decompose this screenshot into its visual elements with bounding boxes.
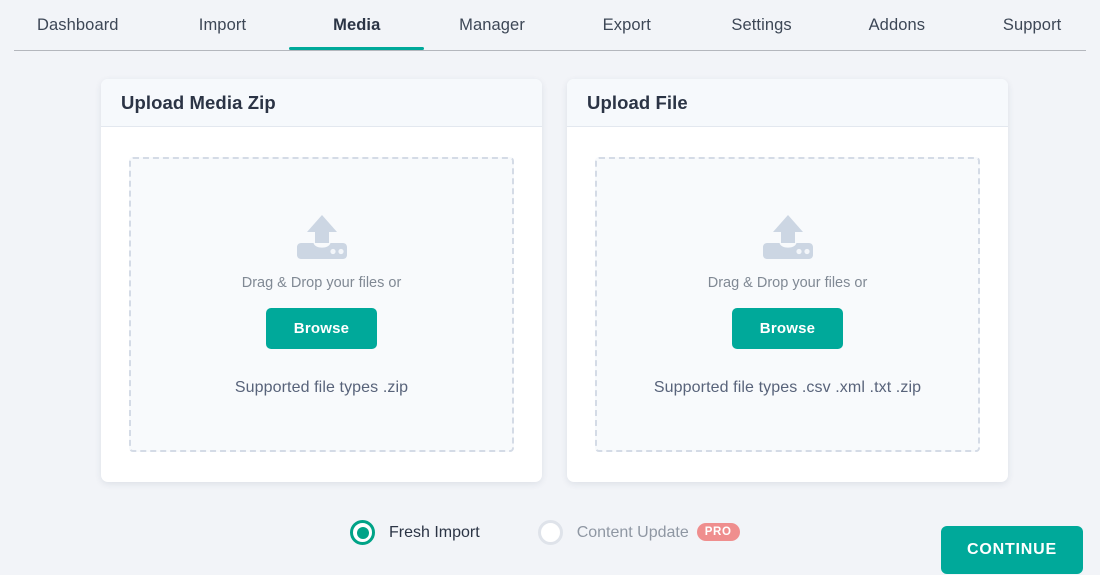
- tab-label: Settings: [731, 15, 792, 34]
- tab-label: Addons: [868, 15, 926, 34]
- dropzone-hint: Drag & Drop your files or: [707, 274, 868, 291]
- radio-label: Fresh Import: [389, 524, 480, 542]
- supported-file-types: Supported file types .csv .xml .txt .zip: [653, 378, 922, 396]
- card-title: Upload Media Zip: [121, 91, 276, 113]
- radio-label-text: Content Update: [576, 524, 689, 541]
- radio-indicator[interactable]: [537, 520, 563, 545]
- tab-media[interactable]: Media: [289, 0, 425, 50]
- pro-badge: PRO: [696, 523, 740, 541]
- tab-settings[interactable]: Settings: [694, 0, 830, 50]
- import-mode-radio-group: Fresh Import Content Update PRO: [350, 520, 740, 545]
- tab-manager[interactable]: Manager: [424, 0, 560, 50]
- tab-support[interactable]: Support: [964, 0, 1100, 50]
- supported-file-types: Supported file types .zip: [234, 378, 409, 396]
- tab-label: Support: [1002, 15, 1062, 34]
- footer-bar: Fresh Import Content Update PRO CONTINUE: [0, 505, 1100, 575]
- tab-import[interactable]: Import: [156, 0, 290, 50]
- upload-icon: [761, 213, 815, 261]
- continue-button[interactable]: CONTINUE: [941, 526, 1083, 574]
- browse-button[interactable]: Browse: [265, 307, 378, 349]
- card-header: Upload File: [567, 79, 1008, 127]
- radio-option-fresh-import[interactable]: Fresh Import: [350, 520, 480, 545]
- tab-export[interactable]: Export: [560, 0, 694, 50]
- card-header: Upload Media Zip: [101, 79, 542, 127]
- tab-label: Import: [198, 15, 247, 34]
- upload-icon: [295, 213, 349, 261]
- radio-option-content-update[interactable]: Content Update PRO: [537, 520, 740, 545]
- upload-card-2: Upload File Drag & Drop your files or Brow…: [567, 79, 1008, 482]
- file-dropzone[interactable]: Drag & Drop your files or Browse Supported…: [129, 157, 514, 452]
- active-tab-indicator: [289, 47, 425, 50]
- radio-label-text: Fresh Import: [389, 523, 480, 541]
- tab-addons[interactable]: Addons: [829, 0, 964, 50]
- main-tab-bar: Dashboard Import Media Manager Export Setting…: [0, 0, 1100, 51]
- radio-label: Content Update PRO: [577, 523, 740, 542]
- card-title: Upload File: [587, 91, 688, 113]
- tab-label: Manager: [459, 15, 525, 34]
- dropzone-hint: Drag & Drop your files or: [241, 274, 402, 291]
- browse-button[interactable]: Browse: [731, 307, 844, 349]
- upload-cards-row: Upload Media Zip Drag & Drop your files o…: [101, 79, 1008, 482]
- tab-label: Dashboard: [36, 15, 119, 34]
- upload-card-1: Upload Media Zip Drag & Drop your files o…: [101, 79, 542, 482]
- radio-indicator[interactable]: [350, 520, 375, 545]
- tab-bar-divider: [14, 50, 1086, 51]
- tab-dashboard[interactable]: Dashboard: [0, 0, 156, 50]
- card-body: Drag & Drop your files or Browse Supported…: [567, 127, 1008, 482]
- file-dropzone[interactable]: Drag & Drop your files or Browse Supported…: [595, 157, 980, 452]
- tab-label: Media: [333, 15, 381, 34]
- tab-label: Export: [602, 15, 651, 34]
- card-body: Drag & Drop your files or Browse Supported…: [101, 127, 542, 482]
